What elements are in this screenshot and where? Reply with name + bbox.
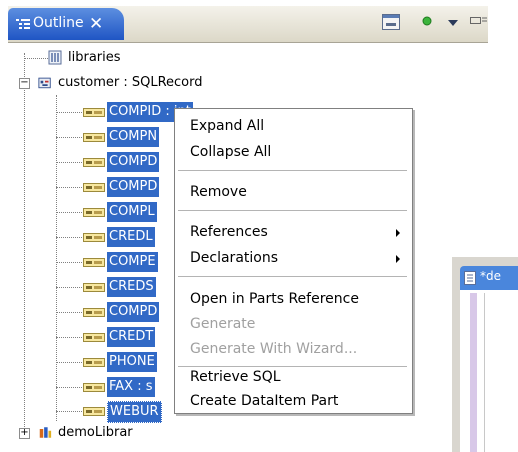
tree-connector [56, 287, 82, 288]
close-icon[interactable]: ✕ [89, 14, 103, 34]
menu-item-references[interactable]: References [190, 220, 268, 244]
tree-field-label: CREDS [107, 277, 156, 297]
menu-item-retrieve-sql[interactable]: Retrieve SQL [190, 365, 281, 389]
tree-label-customer: customer : SQLRecord [58, 75, 203, 90]
menu-separator [178, 276, 407, 277]
tree-connector [56, 337, 82, 338]
tree-field-label: COMPD [107, 152, 160, 172]
outline-tab-label: Outline [33, 15, 84, 31]
tree-connector [56, 212, 82, 213]
tree-connector [56, 162, 82, 163]
tree-field-label: COMPE [107, 252, 158, 272]
submenu-arrow-icon [396, 229, 400, 237]
editor-tab-label: *de [480, 269, 501, 283]
editor-body[interactable] [460, 290, 518, 452]
record-icon [38, 77, 51, 89]
tree-field-label: COMPD [107, 302, 160, 322]
tree-item-libraries[interactable]: libraries [8, 48, 488, 68]
editor-divider [484, 293, 485, 452]
tree-connector [56, 312, 82, 313]
tree-item-demo-library[interactable]: + demoLibrar [8, 423, 488, 440]
field-icon [83, 308, 105, 317]
expand-icon[interactable]: + [19, 428, 30, 439]
field-icon [83, 108, 105, 117]
more-views-icon[interactable] [470, 15, 488, 29]
tree-connector [56, 137, 82, 138]
tree-field-label: COMPD [107, 177, 160, 197]
tree-connector [56, 362, 82, 363]
menu-item-expand-all[interactable]: Expand All [190, 114, 264, 138]
tree-field-label: COMPL [107, 202, 157, 222]
field-icon [83, 383, 105, 392]
view-tab-bar: Outline ✕ [8, 6, 488, 43]
tree-label-demo-library: demoLibrar [58, 425, 133, 440]
tree-connector [56, 237, 82, 238]
tree-connector [56, 262, 82, 263]
tree-connector [56, 411, 82, 412]
outline-tab[interactable]: Outline ✕ [8, 8, 124, 40]
field-icon [83, 407, 105, 416]
tree-connector [56, 112, 82, 113]
field-icon [83, 208, 105, 217]
field-icon [83, 333, 105, 342]
field-icon [83, 158, 105, 167]
tree-connector [56, 187, 82, 188]
field-icon [83, 233, 105, 242]
tree-connector [56, 387, 82, 388]
submenu-arrow-icon [396, 255, 400, 263]
tree-field-label: WEBUR [107, 401, 162, 423]
tree-field-label: CREDT [107, 327, 156, 347]
tree-field-label: CREDL [107, 227, 155, 247]
field-icon [83, 283, 105, 292]
tree-label-libraries: libraries [68, 50, 121, 65]
minimize-view-icon[interactable] [382, 14, 400, 30]
menu-item-generate: Generate [190, 316, 256, 332]
file-icon [464, 271, 476, 285]
menu-separator [178, 210, 407, 211]
tree-field-label: PHONE [107, 352, 157, 372]
field-icon [83, 183, 105, 192]
menu-item-open-in-parts-reference[interactable]: Open in Parts Reference [190, 287, 359, 311]
library-part-icon [39, 427, 52, 438]
menu-item-generate-with-wizard: Generate With Wizard... [190, 341, 358, 357]
field-icon [83, 258, 105, 267]
tree-item-customer-record[interactable]: − customer : SQLRecord [8, 73, 488, 93]
menu-item-remove[interactable]: Remove [190, 180, 247, 204]
tree-field-label: FAX : s [107, 377, 155, 397]
menu-item-declarations[interactable]: Declarations [190, 246, 278, 270]
field-icon [83, 133, 105, 142]
editor-ruler [470, 293, 477, 452]
view-menu-chevron-icon[interactable] [447, 19, 459, 27]
library-icon [48, 50, 62, 65]
editor-tab[interactable]: *de [460, 266, 518, 290]
outline-icon [16, 19, 30, 29]
field-icon [83, 358, 105, 367]
editor-area: *de [452, 257, 518, 452]
tree-field-label: COMPN [107, 127, 160, 147]
menu-separator [178, 170, 407, 171]
context-menu: Expand All Collapse All Remove Reference… [174, 108, 413, 414]
menu-item-create-dataitem-part[interactable]: Create DataItem Part [190, 389, 338, 413]
collapse-icon[interactable]: − [19, 78, 30, 89]
menu-item-collapse-all[interactable]: Collapse All [190, 140, 271, 164]
green-dot-icon[interactable] [422, 16, 432, 26]
